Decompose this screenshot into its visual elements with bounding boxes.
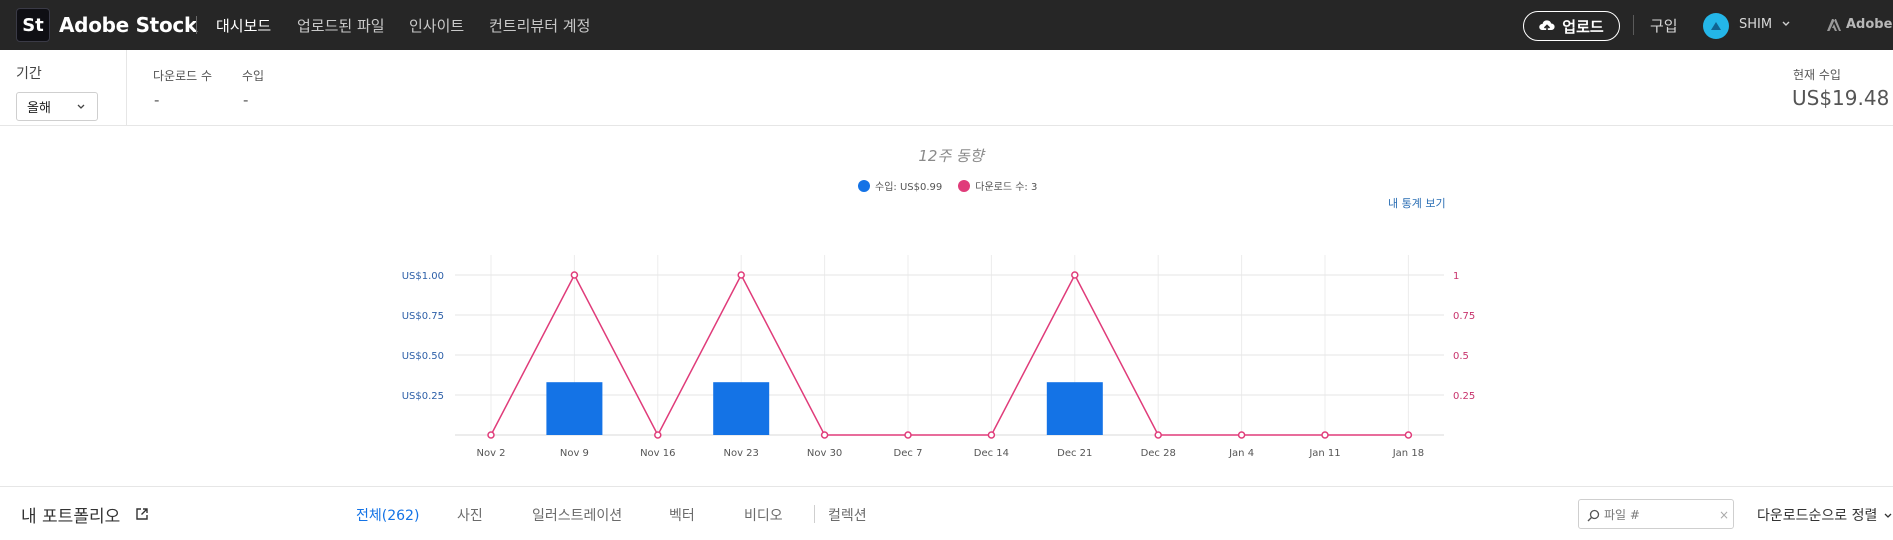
downloads-point xyxy=(904,431,912,439)
search-icon xyxy=(1587,509,1600,522)
tab-all[interactable]: 전체(262) xyxy=(356,505,419,525)
downloads-point xyxy=(820,431,829,439)
x-tick-label: Jan 18 xyxy=(1392,448,1424,459)
tabs-divider xyxy=(814,505,815,523)
external-link-icon[interactable] xyxy=(135,507,149,521)
tab-vectors[interactable]: 벡터 xyxy=(669,505,695,525)
downloads-point xyxy=(654,431,662,439)
sort-dropdown[interactable]: 다운로드순으로 정렬 xyxy=(1757,505,1892,525)
right-tick-label: 0.25 xyxy=(1453,391,1475,402)
tab-illustrations[interactable]: 일러스트레이션 xyxy=(532,505,622,525)
left-tick-label: US$0.50 xyxy=(402,351,444,362)
view-stats-link[interactable]: 내 통계 보기 xyxy=(1388,195,1446,211)
x-tick-label: Nov 23 xyxy=(723,448,758,459)
portfolio-title: 내 포트폴리오 xyxy=(21,507,121,527)
file-search-input[interactable] xyxy=(1604,506,1714,524)
x-tick-label: Dec 28 xyxy=(1141,448,1176,459)
right-tick-label: 1 xyxy=(1453,271,1459,282)
tab-videos[interactable]: 비디오 xyxy=(744,505,783,525)
tab-collections[interactable]: 컬렉션 xyxy=(828,505,867,525)
file-search-box[interactable]: × xyxy=(1578,499,1734,529)
chart-legend: 수입: US$0.99 다운로드 수: 3 xyxy=(858,178,1037,193)
downloads-point xyxy=(1154,431,1162,439)
revenue-bar xyxy=(713,382,770,435)
x-tick-label: Nov 2 xyxy=(476,448,505,459)
legend-downloads-dot xyxy=(958,179,971,192)
right-tick-label: 0.5 xyxy=(1453,351,1469,362)
downloads-point xyxy=(487,431,495,439)
revenue-bar xyxy=(546,382,603,435)
x-tick-label: Nov 16 xyxy=(640,448,675,459)
legend-item-revenue[interactable]: 수입: US$0.99 xyxy=(858,178,942,193)
downloads-point xyxy=(987,431,996,439)
downloads-point xyxy=(737,271,745,279)
downloads-point xyxy=(1404,431,1413,439)
chevron-down-icon xyxy=(1884,513,1892,518)
downloads-point xyxy=(1237,431,1246,439)
downloads-point xyxy=(1071,271,1079,279)
chart-title: 12주 동향 xyxy=(918,147,984,165)
sort-label: 다운로드순으로 정렬 xyxy=(1757,508,1878,524)
clear-search-icon[interactable]: × xyxy=(1719,508,1729,522)
legend-item-downloads[interactable]: 다운로드 수: 3 xyxy=(958,178,1037,193)
legend-downloads-label: 다운로드 수: 3 xyxy=(975,182,1038,193)
legend-revenue-dot xyxy=(858,179,870,192)
legend-revenue-label: 수입: US$0.99 xyxy=(875,182,943,193)
x-tick-label: Dec 7 xyxy=(894,448,923,459)
left-tick-label: US$0.25 xyxy=(402,391,444,402)
x-tick-label: Dec 14 xyxy=(974,448,1009,459)
portfolio-bar: 내 포트폴리오 전체(262) 사진 일러스트레이션 벡터 비디오 컬렉션 × … xyxy=(0,486,1893,540)
downloads-point xyxy=(570,271,579,279)
left-tick-label: US$1.00 xyxy=(402,271,444,282)
left-tick-label: US$0.75 xyxy=(402,311,444,322)
trend-chart: US$0.25 US$0.50 US$0.75 US$1.00 0.25 0.5 0.75 1… xyxy=(402,255,1475,459)
x-tick-label: Jan 4 xyxy=(1228,448,1254,459)
tab-photos[interactable]: 사진 xyxy=(457,505,483,525)
right-tick-label: 0.75 xyxy=(1453,311,1475,322)
x-tick-label: Jan 11 xyxy=(1308,448,1340,459)
revenue-bar xyxy=(1046,382,1103,435)
x-tick-label: Nov 30 xyxy=(807,448,842,459)
x-tick-label: Dec 21 xyxy=(1057,448,1092,459)
x-tick-label: Nov 9 xyxy=(560,448,589,459)
downloads-point xyxy=(1321,431,1329,439)
